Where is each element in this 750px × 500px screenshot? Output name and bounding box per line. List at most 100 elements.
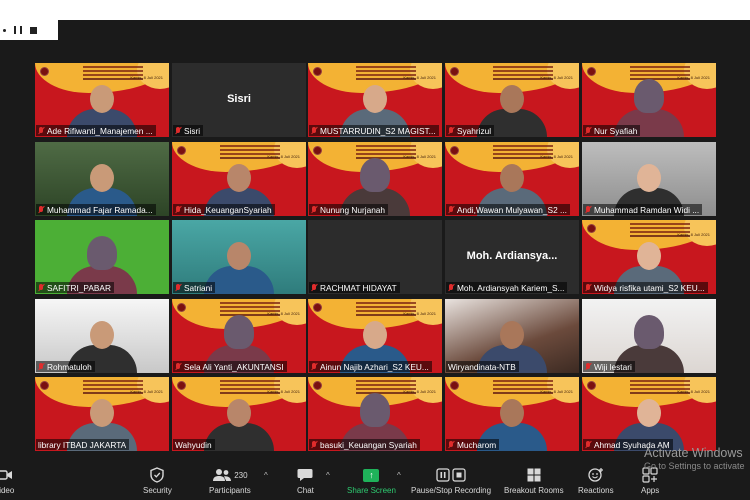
participant-tile[interactable]: Rohmatuloh <box>35 299 169 373</box>
slide-logo <box>450 381 459 390</box>
mic-muted-icon <box>585 362 591 371</box>
mic-muted-icon <box>175 362 181 371</box>
participant-tile[interactable]: SAFITRI_PABAR <box>35 220 169 294</box>
participant-tile[interactable]: Kamis, 8 Juli 2021 Mucharom <box>445 377 579 451</box>
window-top-strip <box>0 0 750 20</box>
participant-tile[interactable]: Kamis, 8 Juli 2021 Ahmad Syuhada AM <box>582 377 716 451</box>
participant-name: RACHMAT HIDAYAT <box>320 282 397 293</box>
participant-name: library ITBAD JAKARTA <box>38 439 127 450</box>
participant-tile[interactable]: Satriani <box>172 220 306 294</box>
participant-nameplate: Rohmatuloh <box>36 361 95 372</box>
mic-muted-icon <box>311 126 317 135</box>
slide-date: Kamis, 8 Juli 2021 <box>130 389 163 394</box>
slide-date: Kamis, 8 Juli 2021 <box>267 154 300 159</box>
participant-tile[interactable]: Kamis, 8 Juli 2021 Nunung Nurjanah <box>308 142 442 216</box>
participant-name: Rohmatuloh <box>47 361 92 372</box>
breakout-rooms-button[interactable]: Breakout Rooms <box>504 466 564 495</box>
mic-muted-icon <box>311 440 317 449</box>
participant-tile[interactable]: Kamis, 8 Juli 2021 Syahrizul <box>445 63 579 137</box>
slide-logo <box>450 67 459 76</box>
slide-decoration <box>220 380 280 382</box>
participant-nameplate: Hida_KeuanganSyariah <box>173 204 275 215</box>
mic-muted-icon <box>175 205 181 214</box>
reactions-button[interactable]: Reactions <box>578 466 614 495</box>
pause-stop-recording-label: Pause/Stop Recording <box>411 486 492 495</box>
video-camera-icon <box>0 466 13 484</box>
participant-tile[interactable]: Muhammad Ramdan Widi ... <box>582 142 716 216</box>
chat-caret-icon[interactable]: ^ <box>326 471 330 480</box>
participant-tile[interactable]: Kamis, 8 Juli 2021 MUSTARRUDIN_S2 MAGIST.… <box>308 63 442 137</box>
participant-tile[interactable]: Kamis, 8 Juli 2021 Ade Rifiwanti_Manajeme… <box>35 63 169 137</box>
slide-logo <box>313 381 322 390</box>
participant-tile[interactable]: Kamis, 8 Juli 2021 Sela Ali Yanti_AKUNTAN… <box>172 299 306 373</box>
participant-tile[interactable]: Kamis, 8 Juli 2021 library ITBAD JAKARTA <box>35 377 169 451</box>
slide-decoration <box>356 302 416 304</box>
slide-date: Kamis, 8 Juli 2021 <box>540 75 573 80</box>
slide-logo <box>587 381 596 390</box>
participant-tile[interactable]: Kamis, 8 Juli 2021 Andi,Wawan Mulyawan_S2… <box>445 142 579 216</box>
security-button[interactable]: Security <box>143 466 172 495</box>
pause-stop-recording-button[interactable]: Pause/Stop Recording <box>411 466 491 495</box>
mic-muted-icon <box>175 283 181 292</box>
mic-muted-icon <box>585 205 591 214</box>
shield-icon <box>150 466 165 484</box>
participant-name: SAFITRI_PABAR <box>47 282 111 293</box>
participant-name: Satriani <box>184 282 213 293</box>
participants-button[interactable]: 230 Participants <box>209 466 251 495</box>
slide-logo <box>177 381 186 390</box>
participant-name: Moh. Ardiansyah Kariem_S... <box>457 282 565 293</box>
participant-nameplate: Wiryandinata-NTB <box>446 361 519 372</box>
participant-tile[interactable]: Wiji lestari <box>582 299 716 373</box>
slide-logo <box>177 146 186 155</box>
slide-date: Kamis, 8 Juli 2021 <box>403 311 436 316</box>
chat-button[interactable]: Chat <box>297 466 314 495</box>
pause-icon[interactable] <box>14 26 22 34</box>
participant-tile[interactable]: RACHMAT HIDAYAT <box>308 220 442 294</box>
participants-icon: 230 <box>212 466 248 484</box>
participant-tile[interactable]: Muhammad Fajar Ramada... <box>35 142 169 216</box>
participant-nameplate: Ainun Najib Azhari_S2 KEU... <box>309 361 432 372</box>
participant-name: Ainun Najib Azhari_S2 KEU... <box>320 361 429 372</box>
gallery-grid: Kamis, 8 Juli 2021 Ade Rifiwanti_Manajeme… <box>35 63 717 455</box>
participant-tile[interactable]: Kamis, 8 Juli 2021 Hida_KeuanganSyariah <box>172 142 306 216</box>
participant-tile[interactable]: Kamis, 8 Juli 2021 Wahyudin <box>172 377 306 451</box>
video-button[interactable]: Video <box>0 466 14 495</box>
slide-decoration <box>356 145 416 147</box>
participant-nameplate: Sisri <box>173 125 204 136</box>
participant-nameplate: Muhammad Fajar Ramada... <box>36 204 156 215</box>
participant-name: Mucharom <box>457 439 497 450</box>
participant-tile[interactable]: Kamis, 8 Juli 2021 basuki_Keuangan Syaria… <box>308 377 442 451</box>
participant-name: Sisri <box>184 125 201 136</box>
slide-decoration <box>630 223 690 225</box>
participant-nameplate: Moh. Ardiansyah Kariem_S... <box>446 282 568 293</box>
participant-tile[interactable]: Kamis, 8 Juli 2021 Nur Syafiah <box>582 63 716 137</box>
slide-decoration <box>220 302 280 304</box>
participant-name: Nur Syafiah <box>594 125 638 136</box>
breakout-rooms-icon <box>527 466 541 484</box>
participant-tile[interactable]: Sisri Sisri <box>172 63 306 137</box>
participant-display-name: Sisri <box>227 93 251 105</box>
slide-logo <box>313 303 322 312</box>
participant-tile[interactable]: Kamis, 8 Juli 2021 Ainun Najib Azhari_S2 … <box>308 299 442 373</box>
participant-nameplate: library ITBAD JAKARTA <box>36 439 130 450</box>
slide-date: Kamis, 8 Juli 2021 <box>403 75 436 80</box>
mic-muted-icon <box>585 283 591 292</box>
stop-icon[interactable] <box>30 26 37 34</box>
participant-tile[interactable]: Moh. Ardiansya... Moh. Ardiansyah Kariem_… <box>445 220 579 294</box>
slide-date: Kamis, 8 Juli 2021 <box>130 75 163 80</box>
slide-date: Kamis, 8 Juli 2021 <box>677 389 710 394</box>
participant-tile[interactable]: Wiryandinata-NTB <box>445 299 579 373</box>
share-caret-icon[interactable]: ^ <box>397 471 401 480</box>
mic-muted-icon <box>38 283 44 292</box>
share-screen-button[interactable]: ↑ Share Screen <box>347 466 396 495</box>
slide-decoration <box>630 66 690 68</box>
mic-muted-icon <box>38 362 44 371</box>
slide-decoration <box>356 380 416 382</box>
participant-nameplate: basuki_Keuangan Syariah <box>309 439 420 450</box>
participant-nameplate: Wahyudin <box>173 439 215 450</box>
recording-controls <box>0 20 58 40</box>
slide-decoration <box>493 145 553 147</box>
participants-caret-icon[interactable]: ^ <box>264 471 268 480</box>
mic-muted-icon <box>585 126 591 135</box>
participant-tile[interactable]: Kamis, 8 Juli 2021 Widya risfika utami_S2… <box>582 220 716 294</box>
